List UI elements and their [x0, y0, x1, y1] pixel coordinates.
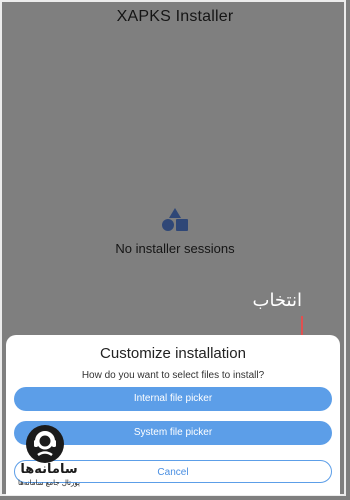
watermark-logo: سامانه‌ها پورتال جامع سامانه‌ها — [8, 425, 88, 493]
headset-icon — [34, 431, 56, 457]
app-title: XAPKS Installer — [116, 8, 234, 25]
watermark-name: سامانه‌ها — [20, 462, 78, 477]
shapes-icon — [162, 208, 188, 231]
sheet-question: How do you want to select files to insta… — [81, 370, 265, 381]
annotation-label: انتخاب — [252, 290, 303, 311]
sheet-title: Customize installation — [100, 345, 246, 362]
internal-file-picker-button[interactable]: Internal file picker — [14, 387, 332, 411]
watermark-subtitle: پورتال جامع سامانه‌ها — [18, 479, 80, 487]
watermark-circle — [26, 425, 64, 463]
empty-state-text: No installer sessions — [115, 241, 235, 256]
